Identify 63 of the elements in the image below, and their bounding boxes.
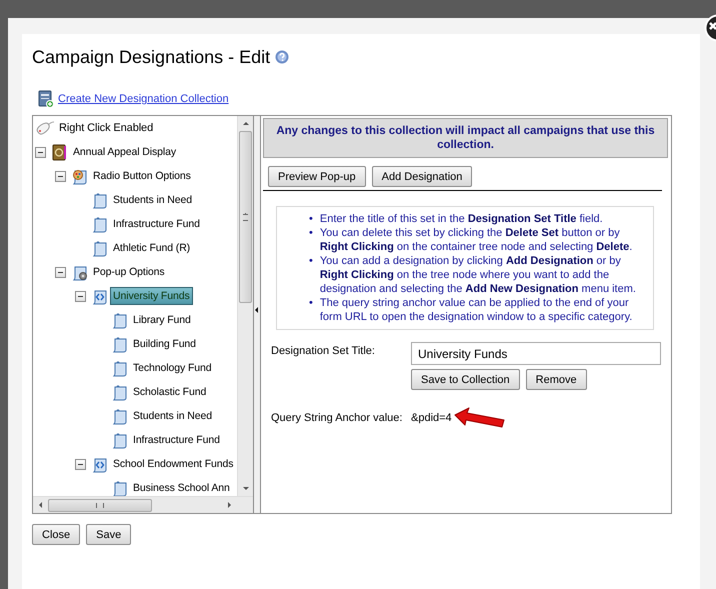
instruction-text: The query string anchor value can be applied to the end of your form URL to open the designation window to a specific category.	[320, 296, 634, 324]
book-icon	[51, 144, 68, 160]
anchor-label: Query String Anchor value:	[271, 412, 404, 424]
horizontal-scrollbar[interactable]	[33, 496, 253, 513]
scroll-icon	[111, 312, 128, 328]
scroll-icon	[111, 408, 128, 424]
notice-banner: Any changes to this collection will impact all campaigns that use this collection.	[263, 118, 668, 158]
collapse-toggle[interactable]	[75, 290, 86, 302]
bullet: •	[309, 296, 313, 311]
scroll-icon	[91, 192, 108, 208]
create-collection-link[interactable]: Create New Designation Collection	[58, 93, 229, 105]
tree-node[interactable]: University Funds	[110, 287, 193, 305]
mouse-icon	[35, 121, 55, 135]
collapse-toggle[interactable]	[55, 266, 66, 278]
collapse-toggle[interactable]	[55, 170, 66, 182]
tree-node[interactable]: Athletic Fund (R)	[110, 239, 194, 257]
instruction-text: Enter the title of this set in the Designation Set Title field.	[320, 212, 603, 226]
tree-node[interactable]: Building Fund	[130, 335, 199, 353]
tree-node[interactable]: Radio Button Options	[90, 167, 194, 185]
instruction-text: You can delete this set by clicking the Delete Set button or by Right Clicking on the container tree node and selecting Delete.	[320, 226, 634, 254]
right-click-note: Right Click Enabled	[59, 122, 154, 134]
bullet: •	[309, 226, 313, 241]
tree-node[interactable]: Students in Need	[130, 407, 215, 425]
tree-node[interactable]: Students in Need	[110, 191, 195, 209]
tree-node[interactable]: School Endowment Funds	[110, 455, 236, 473]
help-icon[interactable]	[275, 50, 290, 64]
title-input-field[interactable]: University Funds	[411, 342, 661, 365]
scroll-icon	[111, 360, 128, 376]
tree-node[interactable]: Pop-up Options	[90, 263, 168, 281]
tree-node[interactable]: Annual Appeal Display	[70, 143, 179, 161]
collapse-toggle[interactable]	[35, 146, 46, 158]
dialog-title: Campaign Designations - Edit	[32, 46, 270, 68]
vertical-scrollbar[interactable]	[237, 116, 253, 496]
tree-node[interactable]: Infrastructure Fund	[110, 215, 203, 233]
footer-button[interactable]: Close	[32, 524, 80, 545]
scroll-icon	[91, 216, 108, 232]
tree-node[interactable]: Business School Ann	[130, 479, 233, 496]
toolbar-button[interactable]: Add Designation	[372, 166, 472, 187]
toolbar-button[interactable]: Preview Pop-up	[268, 166, 366, 187]
code-scroll-icon	[91, 456, 108, 472]
bullet: •	[309, 212, 313, 226]
scroll-icon	[111, 336, 128, 352]
form-button[interactable]: Save to Collection	[411, 369, 520, 390]
code-scroll-icon	[91, 288, 108, 304]
anchor-value: &pdid=4	[411, 412, 452, 424]
form-button[interactable]: Remove	[526, 369, 587, 390]
scroll-icon	[91, 240, 108, 256]
field-label: Designation Set Title:	[271, 344, 376, 359]
tree-node[interactable]: Scholastic Fund	[130, 383, 210, 401]
footer-button[interactable]: Save	[86, 524, 132, 545]
tree-node[interactable]: Technology Fund	[130, 359, 214, 377]
scroll-icon	[111, 480, 128, 496]
instruction-text: You can add a designation by clicking Add Designation or by Right Clicking on the tree node where you want to add the designation and selecting the Add New Designation menu item.	[320, 254, 637, 296]
palette-scroll-icon	[71, 168, 88, 184]
tree-node[interactable]: Infrastructure Fund	[130, 431, 223, 449]
splitter-handle[interactable]	[253, 116, 261, 513]
document-add-icon	[38, 90, 54, 108]
gear-scroll-icon	[71, 264, 88, 280]
tree-node[interactable]: Library Fund	[130, 311, 194, 329]
scroll-icon	[111, 432, 128, 448]
scroll-icon	[111, 384, 128, 400]
bullet: •	[309, 254, 313, 269]
collapse-toggle[interactable]	[75, 458, 86, 470]
